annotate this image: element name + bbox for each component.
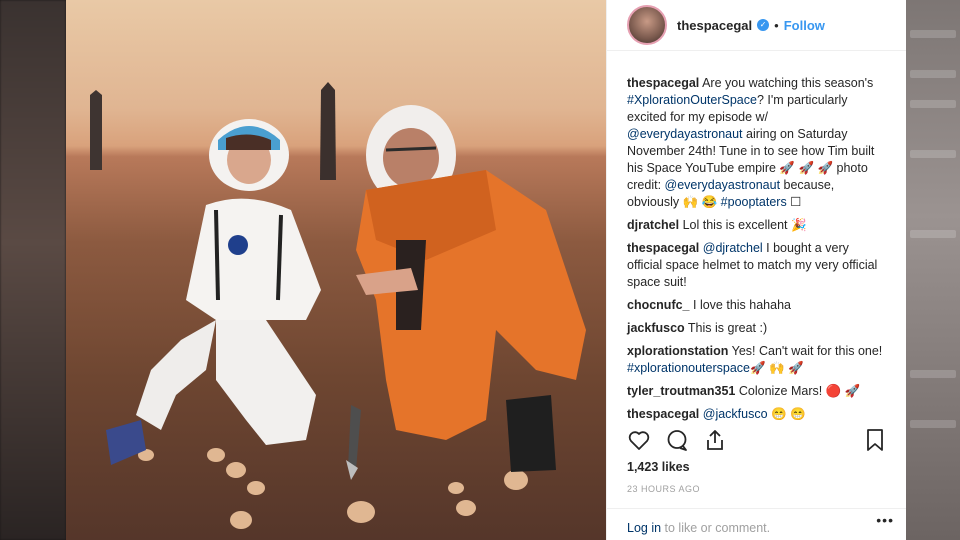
comment-mention[interactable]: @djratchel bbox=[703, 241, 763, 255]
action-bar bbox=[627, 428, 886, 452]
comment-text: This is great :) bbox=[687, 321, 768, 335]
comment-text: Yes! Can't wait for this one! bbox=[731, 344, 883, 358]
comment-item: tyler_troutman351 Colonize Mars! 🔴 🚀 bbox=[627, 383, 886, 400]
comment-username[interactable]: tyler_troutman351 bbox=[627, 384, 735, 398]
astronauts-on-mars-image bbox=[90, 82, 586, 529]
post-timestamp: 23 HOURS AGO bbox=[627, 484, 701, 494]
comment-icon[interactable] bbox=[665, 428, 689, 452]
comment-text-after: 🚀 🙌 🚀 bbox=[750, 361, 804, 375]
caption-mention-2[interactable]: @everydayastronaut bbox=[665, 178, 781, 192]
comment-item: jackfusco This is great :) bbox=[627, 320, 886, 337]
share-icon[interactable] bbox=[703, 428, 727, 452]
follow-button[interactable]: Follow bbox=[784, 18, 825, 33]
comment-text: I love this hahaha bbox=[693, 298, 791, 312]
avatar[interactable] bbox=[627, 5, 667, 45]
background-left-blur bbox=[0, 0, 66, 540]
comment-item: xplorationstation Yes! Can't wait for th… bbox=[627, 343, 886, 377]
comment-item: djratchel Lol this is excellent 🎉 bbox=[627, 217, 886, 234]
bookmark-icon[interactable] bbox=[864, 428, 886, 452]
comment-username[interactable]: chocnufc_ bbox=[627, 298, 690, 312]
login-link[interactable]: Log in bbox=[627, 521, 661, 535]
caption-hashtag-1[interactable]: #XplorationOuterSpace bbox=[627, 93, 757, 107]
comment-username[interactable]: thespacegal bbox=[627, 407, 699, 421]
post-photo bbox=[66, 0, 606, 540]
caption-text-5: ☐ bbox=[786, 195, 802, 209]
comment-item: thespacegal @djratchel I bought a very o… bbox=[627, 240, 886, 291]
instagram-post: thespacegal ✓ • Follow thespacegal Are y… bbox=[66, 0, 906, 540]
caption-mention-1[interactable]: @everydayastronaut bbox=[627, 127, 743, 141]
login-prompt-text: to like or comment. bbox=[661, 521, 771, 535]
caption-hashtag-2[interactable]: #pooptaters bbox=[721, 195, 787, 209]
background-right-blur bbox=[906, 0, 960, 540]
comment-text: Lol this is excellent 🎉 bbox=[682, 218, 807, 232]
verified-badge-icon: ✓ bbox=[757, 19, 770, 31]
comment-username[interactable]: thespacegal bbox=[627, 241, 699, 255]
header-username[interactable]: thespacegal bbox=[677, 18, 752, 33]
login-prompt: Log in to like or comment. bbox=[607, 508, 906, 540]
comment-mention[interactable]: @jackfusco bbox=[703, 407, 768, 421]
post-side-panel: thespacegal ✓ • Follow thespacegal Are y… bbox=[606, 0, 906, 540]
comment-username[interactable]: djratchel bbox=[627, 218, 679, 232]
caption-text-1: Are you watching this season's bbox=[702, 76, 874, 90]
comment-text: Colonize Mars! 🔴 🚀 bbox=[738, 384, 861, 398]
header-separator: • bbox=[774, 17, 779, 33]
more-options-icon[interactable]: ••• bbox=[876, 512, 894, 528]
caption-username[interactable]: thespacegal bbox=[627, 76, 699, 90]
heart-icon[interactable] bbox=[627, 428, 651, 452]
comment-username[interactable]: xplorationstation bbox=[627, 344, 728, 358]
comment-text: 😁 😁 bbox=[767, 407, 806, 421]
likes-count[interactable]: 1,423 likes bbox=[627, 460, 690, 474]
comment-username[interactable]: jackfusco bbox=[627, 321, 685, 335]
comment-item: chocnufc_ I love this hahaha bbox=[627, 297, 886, 314]
comments-list: thespacegal Are you watching this season… bbox=[607, 51, 906, 423]
comment-item: thespacegal @jackfusco 😁 😁 bbox=[627, 406, 886, 423]
caption: thespacegal Are you watching this season… bbox=[627, 75, 886, 211]
post-header: thespacegal ✓ • Follow bbox=[607, 0, 906, 51]
comment-hashtag[interactable]: #xplorationouterspace bbox=[627, 361, 750, 375]
